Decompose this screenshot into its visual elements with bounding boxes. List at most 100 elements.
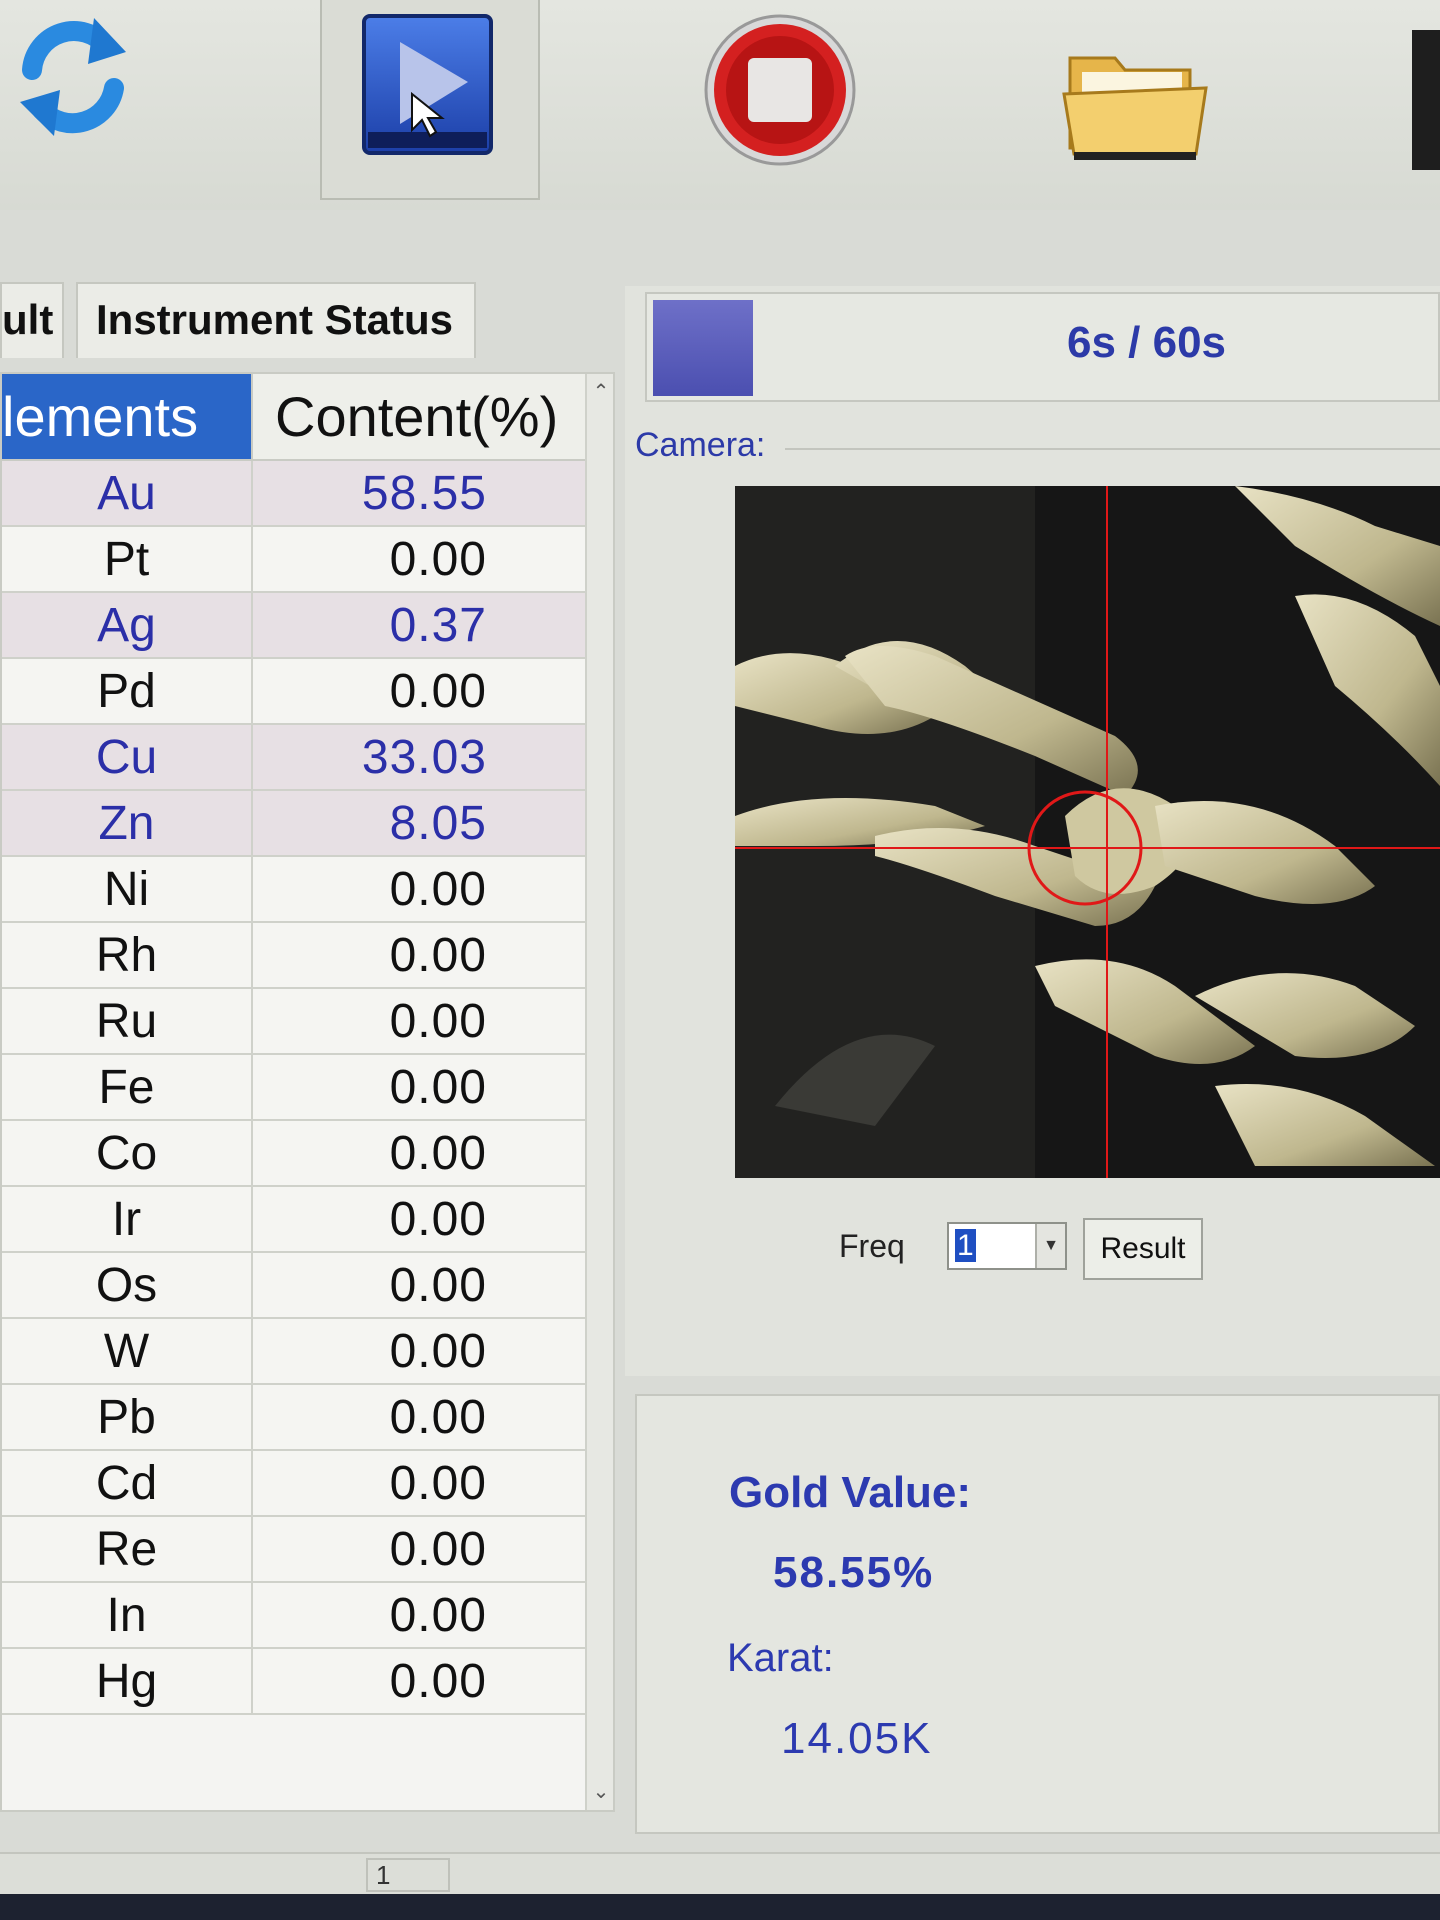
folder-icon: [1062, 56, 1208, 160]
table-row[interactable]: Ag 0.37: [2, 592, 587, 659]
play-icon: [362, 14, 493, 155]
element-content: 0.00: [252, 1582, 587, 1649]
stop-icon: [704, 14, 856, 166]
element-content: 33.03: [252, 724, 587, 791]
table-row[interactable]: Cd 0.00: [2, 1450, 587, 1517]
camera-image: [735, 486, 1440, 1178]
element-content: 0.00: [252, 1252, 587, 1319]
element-symbol: Pd: [2, 658, 253, 725]
table-scrollbar[interactable]: ⌃ ⌄: [585, 374, 613, 1810]
element-content: 0.00: [252, 988, 587, 1055]
table-row[interactable]: Re 0.00: [2, 1516, 587, 1583]
camera-group-line: [785, 448, 1440, 450]
element-symbol: Au: [2, 460, 253, 527]
table-row[interactable]: Ir 0.00: [2, 1186, 587, 1253]
freq-label: Freq: [839, 1228, 905, 1264]
progress-bar: 6s / 60s: [645, 292, 1440, 402]
element-content: 0.00: [252, 1648, 587, 1715]
element-content: 0.00: [252, 1516, 587, 1583]
element-content: 0.37: [252, 592, 587, 659]
status-bar: [0, 1852, 1440, 1894]
element-table-panel: lements Content(%) Au 58.55 Pt 0.00 Ag 0.37 Pd…: [0, 372, 615, 1812]
start-button[interactable]: [360, 12, 495, 157]
element-symbol: In: [2, 1582, 253, 1649]
element-symbol: Rh: [2, 922, 253, 989]
scroll-down-icon[interactable]: ⌄: [587, 1778, 615, 1806]
tab-result-label: ult: [2, 296, 54, 343]
camera-label: Camera:: [635, 426, 776, 465]
element-symbol: Fe: [2, 1054, 253, 1121]
toolbar: [0, 0, 1440, 210]
gold-result-panel: Gold Value: 58.55% Karat: 14.05K: [635, 1394, 1440, 1834]
refresh-icon: [20, 18, 126, 136]
element-content: 0.00: [252, 1450, 587, 1517]
element-symbol: W: [2, 1318, 253, 1385]
element-symbol: Ni: [2, 856, 253, 923]
element-symbol: Os: [2, 1252, 253, 1319]
tab-instrument-status-label: Instrument Status: [96, 296, 454, 343]
table-row[interactable]: Ni 0.00: [2, 856, 587, 923]
refresh-button[interactable]: [14, 12, 132, 142]
table-row[interactable]: W 0.00: [2, 1318, 587, 1385]
element-content: 0.00: [252, 1318, 587, 1385]
result-button[interactable]: Result: [1083, 1218, 1203, 1280]
element-content: 58.55: [252, 460, 587, 527]
table-row[interactable]: Pb 0.00: [2, 1384, 587, 1451]
tab-result[interactable]: ult: [0, 282, 64, 358]
scroll-up-icon[interactable]: ⌃: [587, 378, 615, 406]
table-row[interactable]: Cu 33.03: [2, 724, 587, 791]
element-content: 0.00: [252, 856, 587, 923]
table-row[interactable]: Au 58.55: [2, 460, 587, 527]
element-content: 0.00: [252, 1384, 587, 1451]
element-symbol: Co: [2, 1120, 253, 1187]
page-number: 1: [366, 1858, 450, 1892]
freq-select[interactable]: 1 ▼: [947, 1222, 1067, 1270]
table-row[interactable]: In 0.00: [2, 1582, 587, 1649]
element-symbol: Ir: [2, 1186, 253, 1253]
element-content: 0.00: [252, 526, 587, 593]
element-content: 0.00: [252, 658, 587, 725]
element-content: 0.00: [252, 1186, 587, 1253]
table-row[interactable]: Pt 0.00: [2, 526, 587, 593]
measurement-panel: 6s / 60s Camera: Freq 1 ▼ Result: [625, 286, 1440, 1376]
element-symbol: Ru: [2, 988, 253, 1055]
measurement-timer: 6s / 60s: [1067, 318, 1227, 367]
element-symbol: Zn: [2, 790, 253, 857]
element-table: lements Content(%) Au 58.55 Pt 0.00 Ag 0.37 Pd…: [2, 374, 587, 1715]
table-row[interactable]: Os 0.00: [2, 1252, 587, 1319]
header-content[interactable]: Content(%): [252, 374, 587, 461]
element-content: 8.05: [252, 790, 587, 857]
karat-label: Karat:: [727, 1636, 834, 1680]
karat-value: 14.05K: [781, 1714, 933, 1763]
gold-value: 58.55%: [773, 1548, 935, 1597]
table-row[interactable]: Rh 0.00: [2, 922, 587, 989]
camera-view: [735, 486, 1440, 1178]
table-row[interactable]: Ru 0.00: [2, 988, 587, 1055]
element-symbol: Cd: [2, 1450, 253, 1517]
stop-button[interactable]: [700, 10, 860, 170]
open-button[interactable]: [1060, 38, 1210, 163]
tab-instrument-status[interactable]: Instrument Status: [76, 282, 476, 358]
element-table-body: Au 58.55 Pt 0.00 Ag 0.37 Pd 0.00 Cu 33.03 Zn 8.05 Ni…: [2, 460, 587, 1715]
freq-value: 1: [955, 1229, 976, 1262]
table-row[interactable]: Zn 8.05: [2, 790, 587, 857]
gold-value-label: Gold Value:: [729, 1468, 972, 1517]
element-content: 0.00: [252, 1054, 587, 1121]
element-symbol: Cu: [2, 724, 253, 791]
table-header-row: lements Content(%): [2, 374, 587, 461]
table-row[interactable]: Fe 0.00: [2, 1054, 587, 1121]
element-symbol: Ag: [2, 592, 253, 659]
progress-fill: [653, 300, 753, 396]
element-symbol: Hg: [2, 1648, 253, 1715]
table-row[interactable]: Co 0.00: [2, 1120, 587, 1187]
table-row[interactable]: Pd 0.00: [2, 658, 587, 725]
taskbar: [0, 1894, 1440, 1920]
element-content: 0.00: [252, 922, 587, 989]
element-symbol: Pb: [2, 1384, 253, 1451]
element-symbol: Re: [2, 1516, 253, 1583]
header-elements[interactable]: lements: [2, 374, 253, 461]
element-content: 0.00: [252, 1120, 587, 1187]
chevron-down-icon[interactable]: ▼: [1035, 1224, 1065, 1268]
element-symbol: Pt: [2, 526, 253, 593]
table-row[interactable]: Hg 0.00: [2, 1648, 587, 1715]
